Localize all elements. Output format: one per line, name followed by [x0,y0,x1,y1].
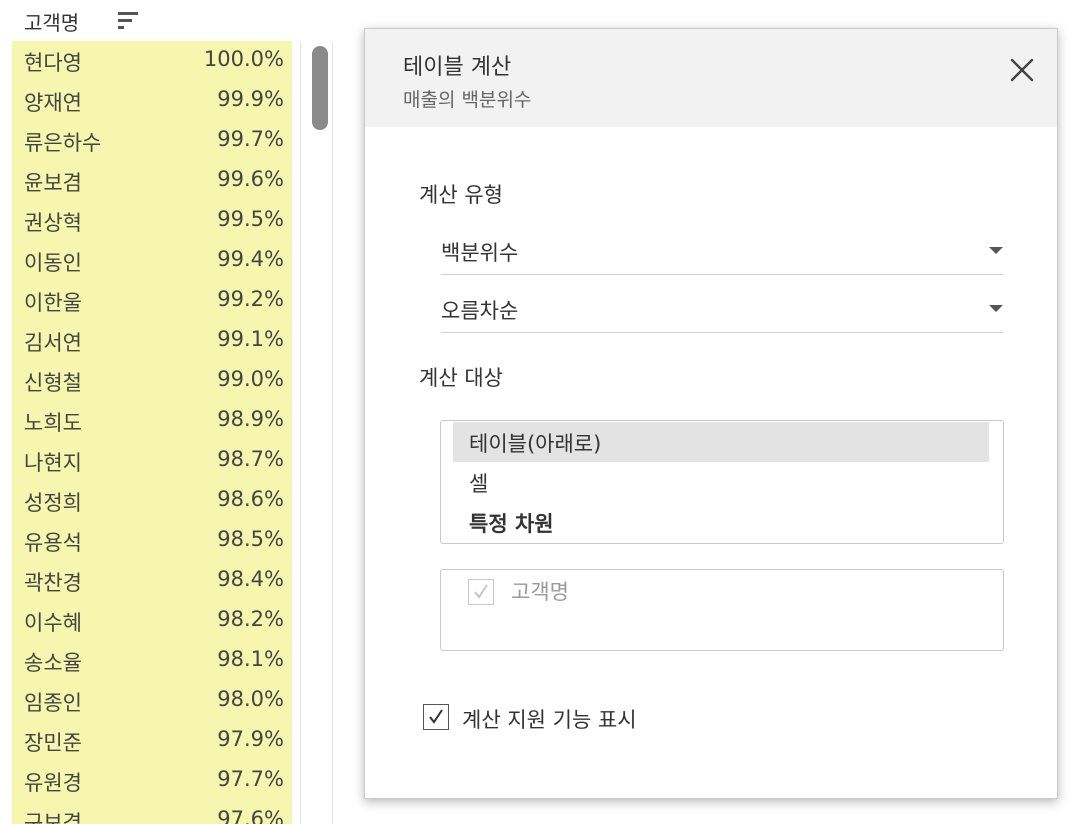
table-row[interactable]: 유원경 97.7% [12,761,292,801]
customer-name-cell: 구보겸 [24,811,82,824]
customer-name-cell: 이동인 [24,251,82,275]
table-row[interactable]: 노희도 98.9% [12,401,292,441]
customer-name-cell: 유용석 [24,531,82,555]
compute-using-label: 계산 대상 [419,366,503,390]
percentile-value-cell: 99.1% [217,327,284,351]
percentile-value-cell: 97.7% [217,767,284,791]
dialog-title: 테이블 계산 [403,55,512,80]
customer-name-cell: 임종인 [24,691,82,715]
compute-option-specific-dimensions[interactable]: 특정 차원 [453,502,989,542]
customer-name-cell: 양재연 [24,91,82,115]
customer-name-cell: 신형철 [24,371,82,395]
table-row[interactable]: 신형철 99.0% [12,361,292,401]
table-row[interactable]: 이수혜 98.2% [12,601,292,641]
customer-name-cell: 장민준 [24,731,82,755]
percentile-value-cell: 99.7% [217,127,284,151]
calc-type-dropdown[interactable]: 백분위수 [441,227,1003,275]
table-row[interactable]: 나현지 98.7% [12,441,292,481]
customer-name-cell: 류은하수 [24,131,102,155]
table-row[interactable]: 윤보겸 99.6% [12,161,292,201]
customer-name-cell: 노희도 [24,411,82,435]
scrollbar-thumb[interactable] [312,46,328,130]
column-header-label: 고객명 [24,10,80,35]
table-row[interactable]: 곽찬경 98.4% [12,561,292,601]
divider [300,42,301,824]
percentile-value-cell: 99.6% [217,167,284,191]
customer-name-cell: 나현지 [24,451,82,475]
compute-option-label: 셀 [469,472,489,496]
sort-order-dropdown[interactable]: 오름차순 [441,285,1003,333]
table-row[interactable]: 성정희 98.6% [12,481,292,521]
sort-order-value: 오름차순 [441,299,519,323]
customer-name-cell: 이수혜 [24,611,82,635]
percentile-value-cell: 99.2% [217,287,284,311]
customer-name-cell: 현다영 [24,51,82,75]
table-calculation-dialog: 테이블 계산 매출의 백분위수 계산 유형 백분위수 오름차순 계산 대상 테이… [364,28,1058,799]
show-assistance-checkbox[interactable] [423,704,449,730]
percentile-value-cell: 98.0% [217,687,284,711]
app-root: 고객명 현다영 100.0% 양재연 99.9% 류은하수 99.7% 윤보겸 99.6% 권상… [0,0,1078,824]
dimension-checkbox[interactable] [468,579,494,605]
customer-name-cell: 송소율 [24,651,82,675]
table-row[interactable]: 임종인 98.0% [12,681,292,721]
percentile-value-cell: 98.5% [217,527,284,551]
percentile-value-cell: 98.4% [217,567,284,591]
compute-option-cell[interactable]: 셀 [453,462,989,502]
column-header[interactable]: 고객명 [24,6,79,36]
compute-option-label: 테이블(아래로) [469,432,602,456]
percentile-value-cell: 100.0% [203,47,284,71]
chevron-down-icon [989,247,1003,254]
percentile-value-cell: 97.6% [217,807,284,824]
customer-name-cell: 유원경 [24,771,82,795]
table-row[interactable]: 양재연 99.9% [12,81,292,121]
dimension-list: 고객명 [440,569,1004,651]
dimension-label: 고객명 [511,580,569,604]
percentile-value-cell: 98.2% [217,607,284,631]
calc-type-label: 계산 유형 [419,183,503,207]
table-row[interactable]: 유용석 98.5% [12,521,292,561]
customer-name-cell: 윤보겸 [24,171,82,195]
table-row[interactable]: 이한울 99.2% [12,281,292,321]
table-row[interactable]: 송소율 98.1% [12,641,292,681]
customer-name-cell: 김서연 [24,331,82,355]
table-row[interactable]: 현다영 100.0% [12,41,292,81]
table-body: 현다영 100.0% 양재연 99.9% 류은하수 99.7% 윤보겸 99.6% 권상혁 99.… [12,41,292,824]
chevron-down-icon [989,305,1003,312]
table-row[interactable]: 이동인 99.4% [12,241,292,281]
close-icon[interactable] [1005,53,1039,87]
dialog-subtitle: 매출의 백분위수 [403,89,532,111]
checkmark-icon [429,709,443,724]
customer-name-cell: 이한울 [24,291,82,315]
percentile-value-cell: 99.5% [217,207,284,231]
customer-name-cell: 성정희 [24,491,82,515]
divider [332,42,333,824]
compute-option-table-down[interactable]: 테이블(아래로) [453,422,989,462]
percentile-value-cell: 97.9% [217,727,284,751]
calc-type-value: 백분위수 [441,241,519,265]
table-row[interactable]: 구보겸 97.6% [12,801,292,824]
percentile-value-cell: 98.9% [217,407,284,431]
percentile-value-cell: 98.1% [217,647,284,671]
checkmark-icon [474,584,488,599]
table-row[interactable]: 장민준 97.9% [12,721,292,761]
table-row[interactable]: 김서연 99.1% [12,321,292,361]
percentile-value-cell: 99.9% [217,87,284,111]
customer-name-cell: 권상혁 [24,211,82,235]
table-row[interactable]: 권상혁 99.5% [12,201,292,241]
percentile-value-cell: 99.0% [217,367,284,391]
compute-option-label: 특정 차원 [469,512,554,536]
show-assistance-label: 계산 지원 기능 표시 [462,708,637,732]
percentile-value-cell: 98.7% [217,447,284,471]
dialog-header: 테이블 계산 매출의 백분위수 [365,29,1057,127]
table-row[interactable]: 류은하수 99.7% [12,121,292,161]
percentile-value-cell: 98.6% [217,487,284,511]
compute-using-listbox: 테이블(아래로) 셀 특정 차원 [440,420,1004,544]
sort-descending-icon[interactable] [118,12,140,32]
percentile-value-cell: 99.4% [217,247,284,271]
customer-name-cell: 곽찬경 [24,571,82,595]
